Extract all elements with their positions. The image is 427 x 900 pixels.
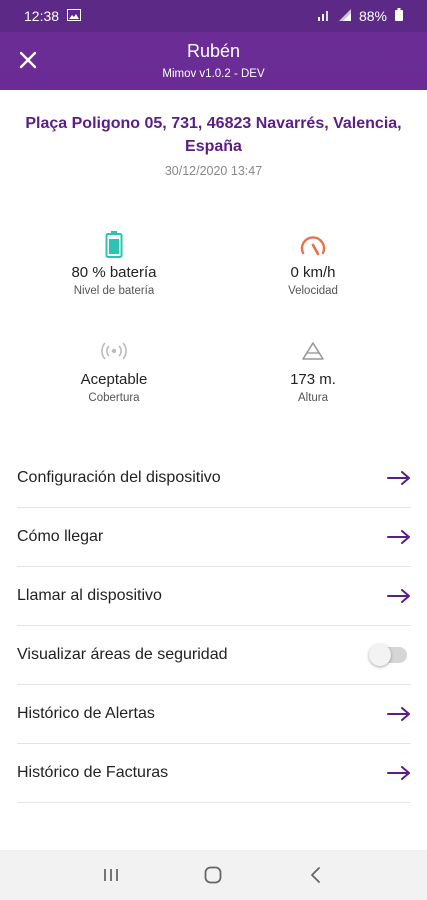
device-address: Plaça Poligono 05, 731, 46823 Navarrés, …	[25, 115, 402, 155]
location-timestamp: 30/12/2020 13:47	[164, 164, 263, 178]
system-nav-bar	[0, 850, 427, 900]
menu-item-label: Histórico de Facturas	[17, 764, 169, 781]
stat-battery: 80 % batería Nivel de batería	[14, 228, 214, 297]
cell-signal-icon	[338, 8, 351, 24]
menu-item-device-settings[interactable]: Configuración del dispositivo	[17, 449, 411, 508]
app-header: Rubén Mimov v1.0.2 - DEV	[0, 32, 427, 90]
arrow-right-icon	[387, 706, 411, 722]
toggle-knob	[369, 644, 391, 666]
menu-item-label: Visualizar áreas de seguridad	[17, 646, 228, 663]
menu-item-label: Configuración del dispositivo	[17, 469, 221, 486]
stat-speed: 0 km/h Velocidad	[213, 228, 413, 297]
signal-coverage-icon	[101, 342, 127, 360]
menu-item-label: Histórico de Alertas	[17, 705, 155, 722]
menu-item-call-device[interactable]: Llamar al dispositivo	[17, 567, 411, 626]
battery-icon	[105, 231, 123, 258]
speed-value: 0 km/h	[290, 264, 336, 281]
menu-item-invoice-history[interactable]: Histórico de Facturas	[17, 744, 411, 803]
altitude-triangle-icon	[302, 342, 324, 360]
battery-label: Nivel de batería	[73, 285, 155, 297]
speed-label: Velocidad	[288, 285, 338, 297]
arrow-right-icon	[387, 470, 411, 486]
speedometer-icon	[300, 236, 326, 256]
home-icon	[205, 866, 222, 884]
back-chevron-icon	[310, 867, 320, 883]
menu-item-safety-areas: Visualizar áreas de seguridad	[17, 626, 411, 685]
arrow-right-icon	[387, 588, 411, 604]
altitude-value: 173 m.	[290, 371, 336, 388]
back-button[interactable]	[296, 855, 336, 895]
stat-altitude: 173 m. Altura	[213, 335, 413, 404]
battery-value: 80 % batería	[71, 264, 157, 281]
status-bar: 12:38 88%	[0, 0, 427, 32]
app-version: Mimov v1.0.2 - DEV	[162, 68, 265, 80]
recent-apps-button[interactable]	[91, 855, 131, 895]
menu-item-alert-history[interactable]: Histórico de Alertas	[17, 685, 411, 744]
altitude-label: Altura	[297, 392, 329, 404]
coverage-value: Aceptable	[80, 371, 148, 388]
battery-status-icon	[395, 8, 403, 24]
arrow-right-icon	[387, 765, 411, 781]
menu-item-label: Cómo llegar	[17, 528, 104, 545]
status-time: 12:38	[24, 8, 60, 24]
coverage-label: Cobertura	[88, 392, 140, 404]
wifi-signal-icon	[317, 8, 331, 24]
menu-item-directions[interactable]: Cómo llegar	[17, 508, 411, 567]
image-notification-icon	[67, 8, 82, 24]
safety-areas-toggle[interactable]	[369, 644, 407, 666]
arrow-right-icon	[387, 529, 411, 545]
home-button[interactable]	[193, 855, 233, 895]
stat-coverage: Aceptable Cobertura	[14, 335, 214, 404]
recent-apps-icon	[104, 869, 119, 881]
menu-item-label: Llamar al dispositivo	[17, 587, 162, 604]
battery-percent: 88%	[358, 8, 387, 24]
page-title: Rubén	[186, 41, 241, 61]
